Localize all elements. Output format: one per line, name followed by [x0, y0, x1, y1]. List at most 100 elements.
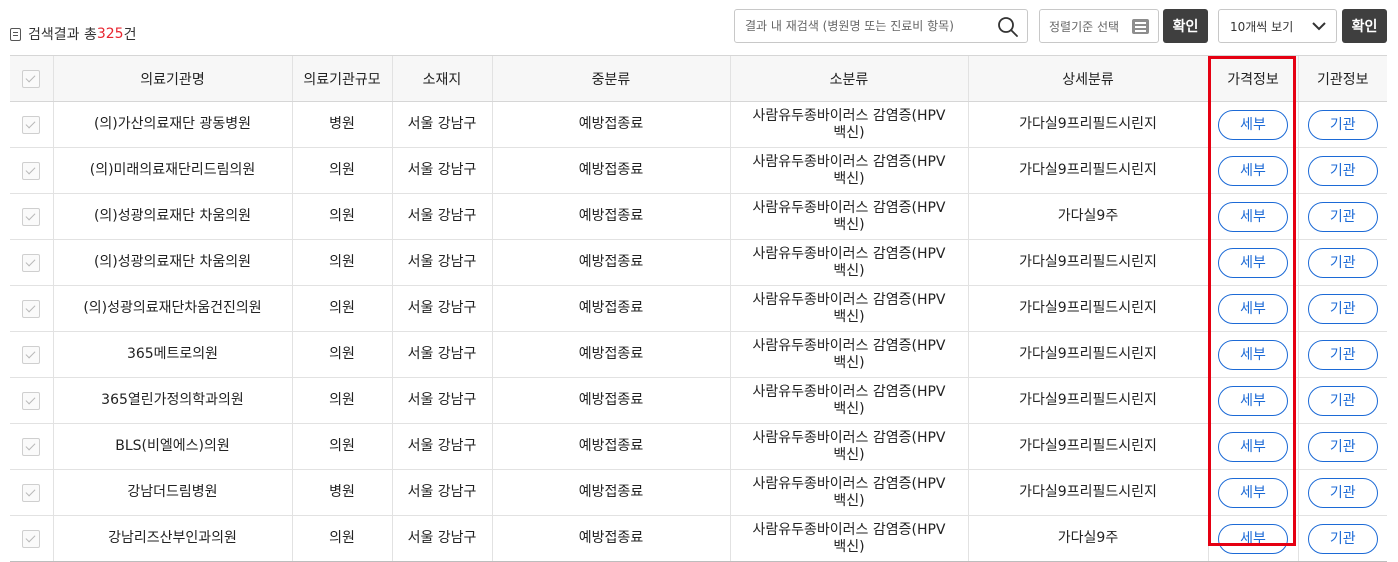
price-detail-button[interactable]: 세부	[1218, 523, 1288, 554]
row-select-cell	[10, 101, 53, 148]
mid-category: 예방접종료	[491, 377, 730, 424]
sub-category-line-2: 백신)	[833, 446, 865, 463]
row-select-cell	[10, 469, 53, 516]
institution-info-button[interactable]: 기관	[1307, 293, 1378, 324]
select-all-cell	[10, 55, 53, 102]
sort-select[interactable]: 정렬기준 선택	[1039, 9, 1159, 43]
header-mid-category: 중분류	[491, 55, 730, 102]
institution-size: 의원	[291, 193, 392, 240]
row-checkbox[interactable]	[22, 483, 41, 502]
table-row: 강남더드림병원 병원 서울 강남구 예방접종료 사람유두종바이러스 감염증(HPV 백신)…	[10, 469, 1387, 516]
price-detail-button[interactable]: 세부	[1218, 385, 1288, 416]
institution-name: 365열린가정의학과의원	[52, 377, 292, 424]
institution-info-button[interactable]: 기관	[1307, 155, 1378, 186]
sub-category-line-1: 사람유두종바이러스 감염증(HPV	[752, 107, 946, 124]
detail-category: 가다실9프리필드시린지	[967, 239, 1208, 286]
location: 서울 강남구	[391, 423, 492, 470]
institution-info-button[interactable]: 기관	[1307, 523, 1378, 554]
price-info-cell: 세부	[1207, 147, 1298, 194]
institution-info-button[interactable]: 기관	[1307, 247, 1378, 278]
price-info-cell: 세부	[1207, 515, 1298, 562]
row-checkbox[interactable]	[22, 437, 41, 456]
price-detail-button[interactable]: 세부	[1218, 155, 1288, 186]
select-all-checkbox[interactable]	[22, 69, 41, 88]
institution-info-cell: 기관	[1297, 285, 1387, 332]
row-select-cell	[10, 193, 53, 240]
page-size-confirm-button[interactable]: 확인	[1342, 9, 1387, 43]
institution-info-button[interactable]: 기관	[1307, 431, 1378, 462]
row-checkbox[interactable]	[22, 253, 41, 272]
sub-category-line-1: 사람유두종바이러스 감염증(HPV	[752, 153, 946, 170]
sub-category-line-2: 백신)	[833, 492, 865, 509]
header-detail-category: 상세분류	[967, 55, 1208, 102]
price-info-cell: 세부	[1207, 193, 1298, 240]
sub-category-line-1: 사람유두종바이러스 감염증(HPV	[752, 475, 946, 492]
institution-info-button[interactable]: 기관	[1307, 109, 1378, 140]
institution-info-button[interactable]: 기관	[1307, 385, 1378, 416]
institution-info-cell: 기관	[1297, 377, 1387, 424]
detail-category: 가다실9프리필드시린지	[967, 101, 1208, 148]
price-detail-button[interactable]: 세부	[1218, 201, 1288, 232]
mid-category: 예방접종료	[491, 331, 730, 378]
search-icon[interactable]	[997, 16, 1019, 38]
detail-category: 가다실9주	[967, 515, 1208, 562]
table-row: 365열린가정의학과의원 의원 서울 강남구 예방접종료 사람유두종바이러스 감염증(H…	[10, 377, 1387, 424]
institution-name: 강남더드림병원	[52, 469, 292, 516]
row-checkbox[interactable]	[22, 391, 41, 410]
detail-category: 가다실9프리필드시린지	[967, 285, 1208, 332]
detail-category: 가다실9프리필드시린지	[967, 469, 1208, 516]
row-checkbox[interactable]	[22, 207, 41, 226]
row-checkbox[interactable]	[22, 115, 41, 134]
sub-category-line-2: 백신)	[833, 170, 865, 187]
institution-info-cell: 기관	[1297, 469, 1387, 516]
price-info-cell: 세부	[1207, 285, 1298, 332]
header-institution-info: 기관정보	[1297, 55, 1387, 102]
page-size-select[interactable]: 10개씩 보기	[1218, 9, 1337, 43]
price-detail-button[interactable]: 세부	[1218, 109, 1288, 140]
price-info-cell: 세부	[1207, 469, 1298, 516]
row-checkbox[interactable]	[22, 299, 41, 318]
mid-category: 예방접종료	[491, 101, 730, 148]
mid-category: 예방접종료	[491, 147, 730, 194]
sub-category-line-2: 백신)	[833, 538, 865, 555]
institution-size: 의원	[291, 377, 392, 424]
price-detail-button[interactable]: 세부	[1218, 293, 1288, 324]
institution-info-button[interactable]: 기관	[1307, 477, 1378, 508]
location: 서울 강남구	[391, 193, 492, 240]
institution-info-cell: 기관	[1297, 423, 1387, 470]
location: 서울 강남구	[391, 101, 492, 148]
result-summary: 검색결과 총 325 건	[10, 24, 136, 44]
detail-category: 가다실9프리필드시린지	[967, 147, 1208, 194]
sub-category-line-1: 사람유두종바이러스 감염증(HPV	[752, 291, 946, 308]
search-input[interactable]	[745, 10, 985, 42]
sub-category-line-2: 백신)	[833, 400, 865, 417]
row-checkbox[interactable]	[22, 161, 41, 180]
price-info-cell: 세부	[1207, 101, 1298, 148]
table-row: (의)성광의료재단 차움의원 의원 서울 강남구 예방접종료 사람유두종바이러스 감염증…	[10, 239, 1387, 286]
summary-suffix: 건	[123, 27, 137, 43]
institution-name: (의)성광의료재단 차움의원	[52, 193, 292, 240]
location: 서울 강남구	[391, 147, 492, 194]
price-detail-button[interactable]: 세부	[1218, 247, 1288, 278]
row-select-cell	[10, 239, 53, 286]
institution-info-cell: 기관	[1297, 147, 1387, 194]
page-size-label: 10개씩 보기	[1230, 19, 1294, 34]
sort-confirm-button[interactable]: 확인	[1163, 9, 1208, 43]
results-table: 의료기관명 의료기관규모 소재지 중분류 소분류 상세분류 가격정보 기관정보 …	[10, 55, 1387, 562]
institution-info-button[interactable]: 기관	[1307, 339, 1378, 370]
table-row: 365메트로의원 의원 서울 강남구 예방접종료 사람유두종바이러스 감염증(HPV 백신…	[10, 331, 1387, 378]
location: 서울 강남구	[391, 469, 492, 516]
institution-info-button[interactable]: 기관	[1307, 201, 1378, 232]
institution-name: BLS(비엘에스)의원	[52, 423, 292, 470]
row-checkbox[interactable]	[22, 345, 41, 364]
header-institution-name: 의료기관명	[52, 55, 292, 102]
row-checkbox[interactable]	[22, 529, 41, 548]
price-detail-button[interactable]: 세부	[1218, 431, 1288, 462]
sub-category: 사람유두종바이러스 감염증(HPV 백신)	[729, 515, 968, 562]
price-detail-button[interactable]: 세부	[1218, 339, 1288, 370]
price-detail-button[interactable]: 세부	[1218, 477, 1288, 508]
institution-name: (의)가산의료재단 광동병원	[52, 101, 292, 148]
mid-category: 예방접종료	[491, 423, 730, 470]
header-institution-size: 의료기관규모	[291, 55, 392, 102]
detail-category: 가다실9프리필드시린지	[967, 423, 1208, 470]
